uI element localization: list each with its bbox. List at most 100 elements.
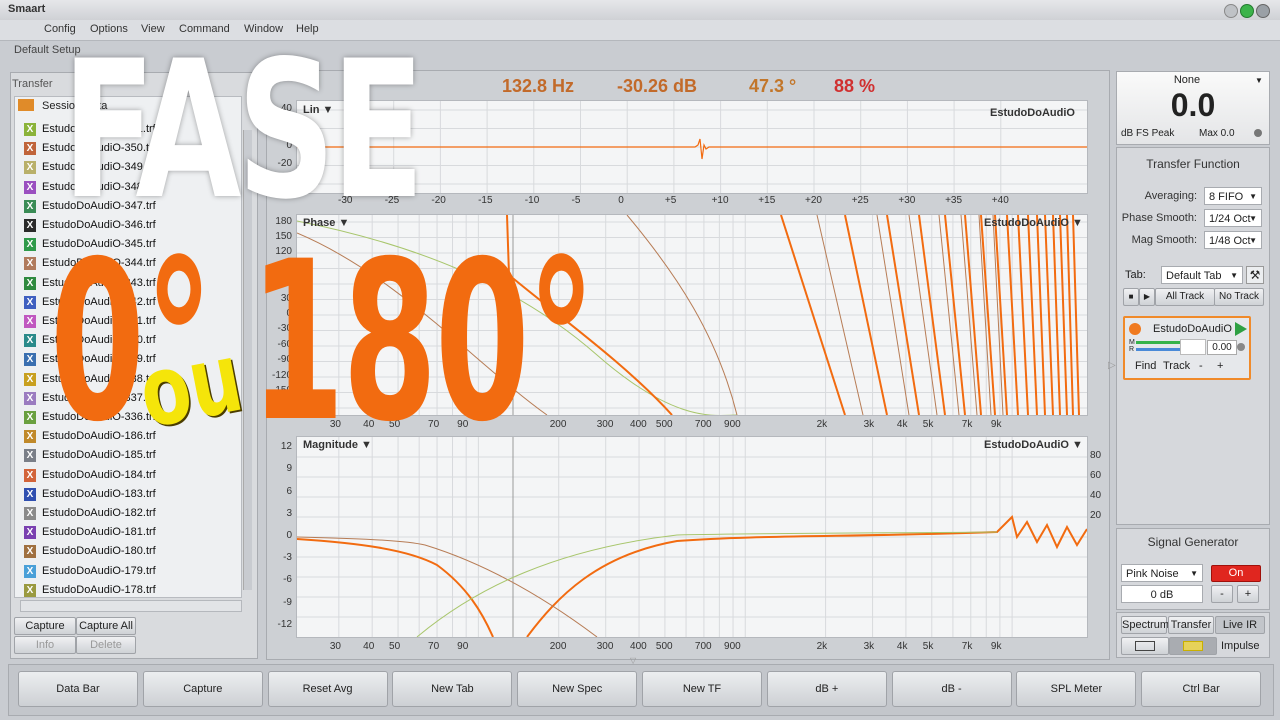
generator-on-button[interactable]: On [1211,565,1261,582]
all-track-button[interactable]: All Track [1155,288,1215,306]
file-item[interactable]: X EstudoDoAudiO-179.trf [24,562,156,581]
bottom-button-reset-avg[interactable]: Reset Avg [267,671,388,707]
x-tick-label: 7k [961,641,973,652]
file-name: EstudoDoAudiO-182.trf [42,507,156,519]
file-item[interactable]: X EstudoDoAudiO-180.trf [24,542,156,561]
chevron-down-icon: ▼ [1249,214,1257,223]
layout-split-button[interactable] [1169,637,1217,655]
minimize-button[interactable] [1224,4,1238,18]
chevron-down-icon: ▼ [1249,192,1257,201]
y-tick-label: 6 [286,485,292,497]
x-tick-label: 5k [922,419,934,430]
meter-source[interactable]: None [1117,74,1257,86]
phase-smooth-select[interactable]: 1/24 Oct ▼ [1204,209,1262,227]
file-item[interactable]: X EstudoDoAudiO-178.trf [24,581,156,600]
delay-minus-button[interactable]: - [1199,360,1203,372]
x-tick-label: 40 [363,641,375,652]
x-tick-label: 0 [618,195,624,206]
play-button[interactable]: ▶ [1139,288,1155,306]
bottom-button-capture[interactable]: Capture [142,671,263,707]
measurement-name[interactable]: EstudoDoAudiO [1153,323,1232,335]
bottom-button-ctrl-bar[interactable]: Ctrl Bar [1141,671,1262,707]
bottom-button-data-bar[interactable]: Data Bar [18,671,138,707]
meter-source-caret-icon[interactable]: ▼ [1255,76,1263,85]
generator-level-field[interactable]: 0 dB [1121,585,1203,603]
measurement-control[interactable]: EstudoDoAudiO M R 0.00 Find Track - + [1123,316,1251,380]
live-ir-mode-button[interactable]: Live IR [1215,616,1265,634]
capture-small-button[interactable]: Capture [14,617,76,635]
meter-reset-icon[interactable] [1254,129,1262,137]
file-trf-icon: X [24,449,36,463]
delay-plus-button[interactable]: + [1217,360,1223,372]
mag-smooth-value: 1/48 Oct [1209,235,1251,247]
tab-select[interactable]: Default Tab ▼ [1161,266,1243,284]
info-button[interactable]: Info [14,636,76,654]
x-tick-label: 2k [816,641,828,652]
track-button[interactable]: Track [1163,360,1190,372]
maximize-button[interactable] [1240,4,1254,18]
signal-type-select[interactable]: Pink Noise ▼ [1121,564,1203,582]
no-track-button[interactable]: No Track [1214,288,1264,306]
spectrum-mode-button[interactable]: Spectrum [1121,616,1169,634]
x-tick-label: 500 [655,419,673,430]
x-tick-label: -10 [524,195,540,206]
measurement-color-icon[interactable] [1129,323,1141,335]
layout-single-button[interactable] [1121,637,1169,655]
level-plus-button[interactable]: + [1237,585,1259,603]
readout-frequency: 132.8 Hz [502,76,575,96]
delay-reset-icon[interactable] [1237,343,1245,351]
play-icon[interactable] [1235,322,1247,336]
y2-tick-label: 60 [1090,470,1102,481]
tools-icon[interactable]: ⚒ [1246,266,1264,284]
bottom-button-new-tf[interactable]: New TF [642,671,762,707]
file-item[interactable]: X EstudoDoAudiO-183.trf [24,485,156,504]
stop-button[interactable]: ■ [1123,288,1139,306]
bottom-button-new-spec[interactable]: New Spec [517,671,638,707]
level-slider[interactable] [1180,339,1206,355]
file-trf-icon: X [24,526,36,540]
capture-all-button[interactable]: Capture All [76,617,136,635]
file-list-hscrollbar[interactable] [20,600,242,612]
x-tick-label: +15 [758,195,776,206]
y-tick-label: -6 [283,574,292,586]
bottom-button-db[interactable]: dB - [891,671,1012,707]
level-minus-button[interactable]: - [1211,585,1233,603]
collapse-bottom-icon[interactable]: ▽ [630,656,636,665]
collapse-arrow-icon[interactable]: ▷ [1108,360,1116,371]
transfer-mode-button[interactable]: Transfer [1168,616,1214,634]
file-trf-icon: X [24,123,36,136]
impulse-label[interactable]: Impulse [1221,640,1260,652]
file-item[interactable]: X EstudoDoAudiO-181.trf [24,523,156,542]
bottom-button-spl-meter[interactable]: SPL Meter [1016,671,1137,707]
x-tick-label: 70 [428,641,440,652]
file-trf-icon: X [24,487,36,501]
mag-smooth-select[interactable]: 1/48 Oct ▼ [1204,231,1262,249]
bottom-button-new-tab[interactable]: New Tab [392,671,513,707]
x-tick-label: 700 [694,641,712,652]
file-trf-icon: X [24,199,36,213]
file-name: EstudoDoAudiO-178.trf [42,583,156,596]
meter-mode[interactable]: dB FS Peak [1121,128,1174,139]
averaging-label: Averaging: [1144,190,1197,202]
x-tick-label: -5 [571,195,581,206]
x-tick-label: 400 [630,641,647,652]
x-tick-label: 900 [724,419,741,430]
averaging-select[interactable]: 8 FIFO ▼ [1204,187,1262,205]
find-button[interactable]: Find [1135,360,1156,372]
file-trf-icon: X [24,468,36,482]
file-trf-icon: X [24,142,36,156]
input-meter[interactable]: None ▼ 0.0 dB FS Peak Max 0.0 [1116,71,1270,145]
magnitude-trace-reference [416,531,998,637]
close-button[interactable] [1256,4,1270,18]
file-item[interactable]: X EstudoDoAudiO-182.trf [24,504,156,523]
x-tick-label: 200 [549,641,567,652]
bottom-button-db[interactable]: dB + [766,671,887,707]
y-tick-label: 0 [286,530,292,541]
readout-coherence: 88 % [834,76,876,96]
delay-field[interactable]: 0.00 [1207,340,1237,355]
x-tick-label: +40 [991,195,1009,206]
x-tick-label: +35 [945,195,963,206]
file-trf-icon: X [24,391,36,405]
file-trf-icon: X [24,219,36,232]
delete-button[interactable]: Delete [76,636,136,654]
